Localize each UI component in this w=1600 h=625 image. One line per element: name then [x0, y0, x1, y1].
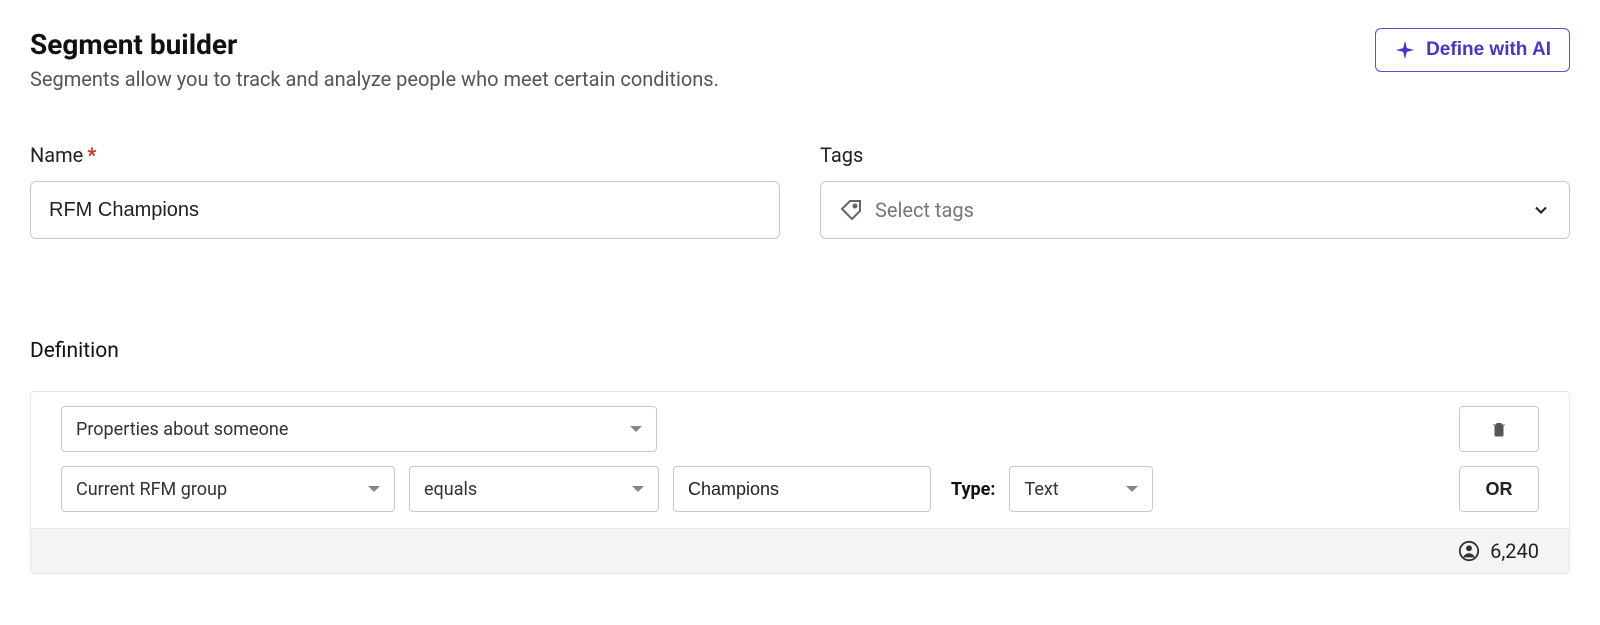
- chevron-down-icon: [630, 426, 642, 432]
- definition-label: Definition: [30, 339, 1570, 363]
- delete-condition-button[interactable]: [1459, 406, 1539, 452]
- segment-count: 6,240: [1490, 539, 1539, 563]
- type-select[interactable]: Text: [1009, 466, 1153, 512]
- define-with-ai-button[interactable]: Define with AI: [1375, 28, 1570, 72]
- name-label: Name*: [30, 143, 780, 167]
- chevron-down-icon: [632, 486, 644, 492]
- operator-select[interactable]: equals: [409, 466, 659, 512]
- type-value: Text: [1024, 479, 1058, 500]
- attribute-value: Current RFM group: [76, 479, 227, 500]
- ai-button-label: Define with AI: [1426, 39, 1551, 61]
- chevron-down-icon: [368, 486, 380, 492]
- sparkle-icon: [1394, 39, 1416, 61]
- value-input[interactable]: [673, 466, 931, 512]
- page-title: Segment builder: [30, 28, 719, 61]
- attribute-select[interactable]: Current RFM group: [61, 466, 395, 512]
- or-button[interactable]: OR: [1459, 466, 1539, 512]
- chevron-down-icon: [1531, 200, 1551, 220]
- condition-type-value: Properties about someone: [76, 419, 288, 440]
- tags-select[interactable]: Select tags: [820, 181, 1570, 239]
- person-icon: [1458, 540, 1480, 562]
- operator-value: equals: [424, 479, 477, 500]
- tag-icon: [839, 198, 863, 222]
- tags-placeholder: Select tags: [875, 198, 1519, 222]
- definition-box: Properties about someone Current RFM gro…: [30, 391, 1570, 574]
- tags-label: Tags: [820, 143, 1570, 167]
- required-asterisk: *: [87, 143, 96, 167]
- chevron-down-icon: [1126, 486, 1138, 492]
- type-label: Type:: [951, 479, 995, 500]
- page-subtitle: Segments allow you to track and analyze …: [30, 67, 719, 91]
- trash-icon: [1490, 420, 1508, 438]
- condition-type-select[interactable]: Properties about someone: [61, 406, 657, 452]
- segment-count-bar: 6,240: [31, 528, 1569, 573]
- name-input[interactable]: [30, 181, 780, 239]
